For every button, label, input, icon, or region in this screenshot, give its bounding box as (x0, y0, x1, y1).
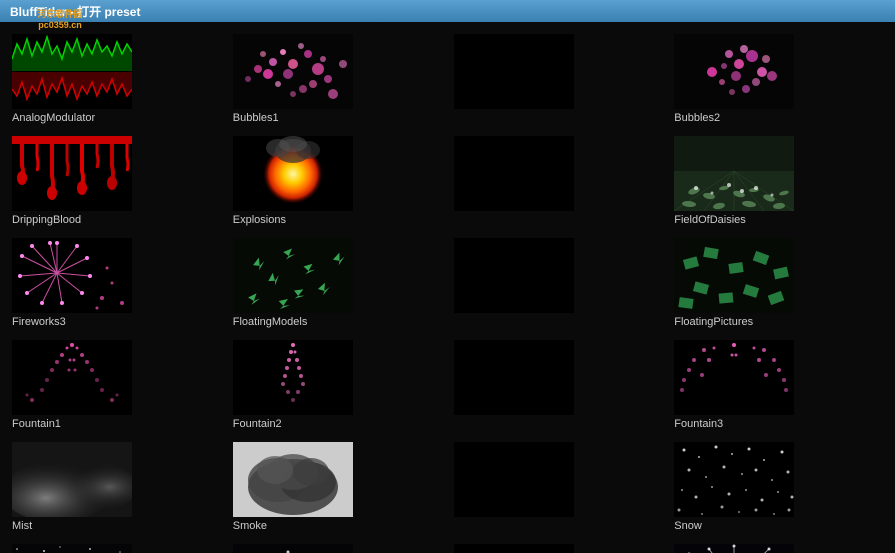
preset-thumbnail-fountain2 (233, 340, 353, 415)
preset-item-fireworks3[interactable]: Fireworks3 (8, 234, 225, 332)
title-bar: BluffTitler - 打开 preset 河东软件园pc0359.cn (0, 0, 895, 22)
preset-item-smoke[interactable]: Smoke (229, 438, 446, 536)
preset-thumbnail-fountain3 (674, 340, 794, 415)
preset-label-mist: Mist (12, 520, 32, 532)
preset-thumbnail-bubbles2 (674, 34, 794, 109)
preset-item-spacer-5 (450, 438, 667, 536)
preset-item-stars-twinkling[interactable]: Stars Twinkling (229, 540, 446, 553)
preset-thumbnail-spacer-6 (454, 544, 574, 553)
watermark-text: 河东软件园pc0359.cn (37, 9, 82, 31)
preset-thumbnail-dripping-blood (12, 136, 132, 211)
preset-thumbnail-spacer-2 (454, 136, 574, 211)
preset-label-field-of-daisies: FieldOfDaisies (674, 214, 746, 226)
preset-label-dripping-blood: DrippingBlood (12, 214, 81, 226)
preset-item-spacer-3 (450, 234, 667, 332)
preset-label-floating-models: FloatingModels (233, 316, 308, 328)
preset-thumbnail-fountain1 (12, 340, 132, 415)
preset-label-snow: Snow (674, 520, 702, 532)
preset-thumbnail-snow (674, 442, 794, 517)
preset-thumbnail-floating-models (233, 238, 353, 313)
preset-thumbnail-explosions (233, 136, 353, 211)
preset-item-analog-modulator[interactable]: AnalogModulator (8, 30, 225, 128)
preset-thumbnail-field-of-daisies (674, 136, 794, 211)
preset-item-explosions[interactable]: Explosions (229, 132, 446, 230)
preset-thumbnail-spacer-5 (454, 442, 574, 517)
preset-item-dripping-blood[interactable]: DrippingBlood (8, 132, 225, 230)
preset-label-explosions: Explosions (233, 214, 286, 226)
preset-thumbnail-bubbles1 (233, 34, 353, 109)
preset-item-fountain3[interactable]: Fountain3 (670, 336, 887, 434)
preset-item-bubbles2[interactable]: Bubbles2 (670, 30, 887, 128)
preset-label-fountain3: Fountain3 (674, 418, 723, 430)
preset-item-mist[interactable]: Mist (8, 438, 225, 536)
presets-grid: AnalogModulator (8, 30, 887, 553)
preset-thumbnail-floating-pictures (674, 238, 794, 313)
preset-item-stars-static[interactable]: Stars Static (8, 540, 225, 553)
watermark: 河东软件园pc0359.cn (0, 0, 120, 40)
preset-item-snow[interactable]: Snow (670, 438, 887, 536)
preset-thumbnail-spacer-1 (454, 34, 574, 109)
preset-label-smoke: Smoke (233, 520, 267, 532)
preset-thumbnail-analog-modulator (12, 34, 132, 109)
preset-item-bubbles1[interactable]: Bubbles1 (229, 30, 446, 128)
preset-item-floating-pictures[interactable]: FloatingPictures (670, 234, 887, 332)
preset-thumbnail-fireworks3 (12, 238, 132, 313)
preset-item-stars-warpspeed[interactable]: Stars Warpspeed (670, 540, 887, 553)
preset-item-spacer-1 (450, 30, 667, 128)
preset-thumbnail-spacer-3 (454, 238, 574, 313)
preset-thumbnail-stars-twinkling (233, 544, 353, 553)
preset-thumbnail-stars-static (12, 544, 132, 553)
preset-thumbnail-stars-warpspeed (674, 544, 794, 553)
preset-item-spacer-6 (450, 540, 667, 553)
preset-label-bubbles1: Bubbles1 (233, 112, 279, 124)
preset-label-fountain1: Fountain1 (12, 418, 61, 430)
preset-thumbnail-mist (12, 442, 132, 517)
preset-item-fountain2[interactable]: Fountain2 (229, 336, 446, 434)
preset-label-fountain2: Fountain2 (233, 418, 282, 430)
preset-item-spacer-4 (450, 336, 667, 434)
preset-label-floating-pictures: FloatingPictures (674, 316, 753, 328)
preset-label-analog-modulator: AnalogModulator (12, 112, 95, 124)
preset-item-floating-models[interactable]: FloatingModels (229, 234, 446, 332)
main-content[interactable]: AnalogModulator (0, 22, 895, 553)
preset-thumbnail-spacer-4 (454, 340, 574, 415)
preset-item-field-of-daisies[interactable]: FieldOfDaisies (670, 132, 887, 230)
preset-thumbnail-smoke (233, 442, 353, 517)
preset-item-fountain1[interactable]: Fountain1 (8, 336, 225, 434)
preset-item-spacer-2 (450, 132, 667, 230)
preset-label-bubbles2: Bubbles2 (674, 112, 720, 124)
preset-label-fireworks3: Fireworks3 (12, 316, 66, 328)
